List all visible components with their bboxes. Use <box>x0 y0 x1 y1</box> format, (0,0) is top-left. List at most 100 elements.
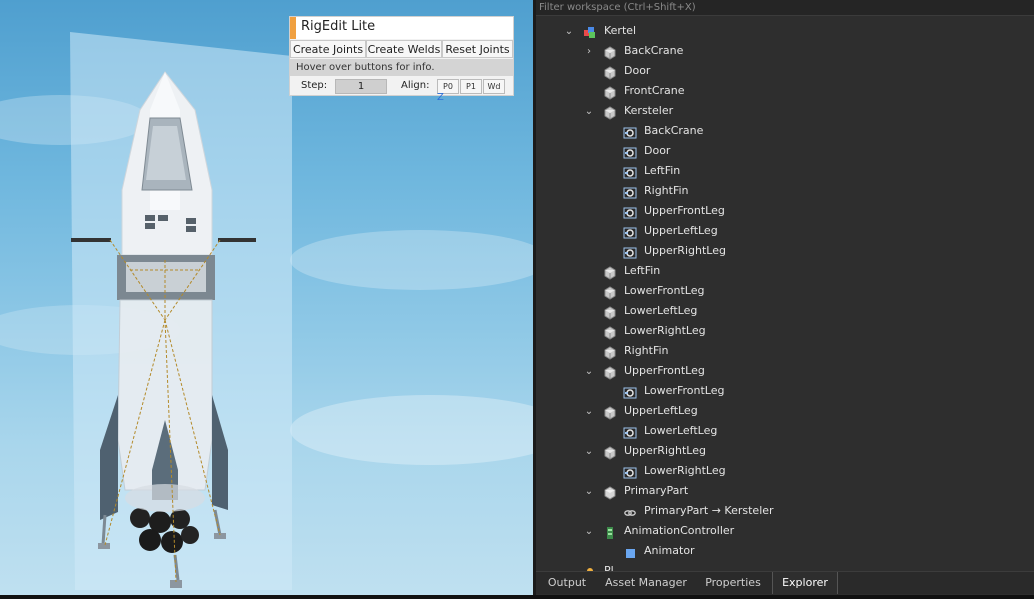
chevron-down-icon[interactable]: ⌄ <box>584 407 594 417</box>
rigedit-title-bar[interactable]: RigEdit Lite <box>290 17 513 39</box>
tree-item-label: Door <box>624 64 651 77</box>
tree-item-label: LeftFin <box>644 164 681 177</box>
explorer-tree-row[interactable]: LowerLeftLeg <box>536 422 1034 442</box>
explorer-tree-row[interactable]: ⌄ Kertel <box>536 22 1034 42</box>
motor6d-icon <box>623 125 637 139</box>
motor6d-icon <box>623 425 637 439</box>
explorer-tree-row[interactable]: BackCrane <box>536 122 1034 142</box>
tree-item-label: LowerFrontLeg <box>624 284 705 297</box>
filter-bar <box>536 0 1034 16</box>
animation-controller-icon <box>603 525 617 539</box>
tree-item-label: AnimationController <box>624 524 735 537</box>
rigedit-button-row: Create Joints Create Welds Reset Joints <box>290 40 513 58</box>
step-label: Step: <box>301 80 328 91</box>
tab-asset-manager[interactable]: Asset Manager <box>600 572 692 594</box>
chevron-down-icon[interactable]: ⌄ <box>584 527 594 537</box>
explorer-tree-row[interactable]: Door <box>536 62 1034 82</box>
explorer-tree-row[interactable]: ⌄ UpperFrontLeg <box>536 362 1034 382</box>
tab-properties[interactable]: Properties <box>694 572 772 594</box>
explorer-tree-row[interactable]: LowerFrontLeg <box>536 382 1034 402</box>
tree-item-label: UpperFrontLeg <box>644 204 725 217</box>
filter-workspace-input[interactable] <box>539 0 1019 14</box>
window-bottom-edge <box>0 595 1034 599</box>
rigedit-info-text: Hover over buttons for info. <box>290 59 513 76</box>
union-icon <box>603 105 617 120</box>
axis-z-label: Z <box>437 92 444 103</box>
union-icon <box>603 405 617 420</box>
explorer-tree-row[interactable]: FrontCrane <box>536 82 1034 102</box>
explorer-panel: ⌄ Kertel › BackCrane Door FrontCrane ⌄ Kerstele… <box>536 0 1034 595</box>
tree-item-label: UpperLeftLeg <box>644 224 718 237</box>
align-wd-button[interactable]: Wd <box>483 79 505 94</box>
union-icon <box>603 305 617 320</box>
chevron-down-icon[interactable]: ⌄ <box>584 447 594 457</box>
explorer-tree-row[interactable]: ⌄ PrimaryPart <box>536 482 1034 502</box>
chevron-right-icon[interactable]: › <box>584 47 594 57</box>
tree-item-label: Door <box>644 144 671 157</box>
tree-item-label: RightFin <box>624 344 669 357</box>
tab-explorer[interactable]: Explorer <box>772 572 838 594</box>
tree-item-label: LowerRightLeg <box>644 464 726 477</box>
chevron-down-icon[interactable]: ⌄ <box>584 487 594 497</box>
chevron-down-icon[interactable]: ⌄ <box>584 107 594 117</box>
tree-item-label: Kertel <box>604 24 637 37</box>
motor6d-icon <box>623 465 637 479</box>
tree-item-label: FrontCrane <box>624 84 685 97</box>
explorer-tree-row[interactable]: LeftFin <box>536 262 1034 282</box>
explorer-tree-row[interactable]: Door <box>536 142 1034 162</box>
create-welds-button[interactable]: Create Welds <box>366 40 442 58</box>
title-accent <box>290 17 296 39</box>
union-icon <box>603 325 617 340</box>
explorer-tree-row[interactable]: › BackCrane <box>536 42 1034 62</box>
explorer-tree-row[interactable]: LowerLeftLeg <box>536 302 1034 322</box>
union-icon <box>603 265 617 280</box>
tree-item-label: LowerLeftLeg <box>624 304 698 317</box>
reset-joints-button[interactable]: Reset Joints <box>442 40 513 58</box>
bottom-tab-bar: Output Asset Manager Properties Explorer <box>536 571 1034 594</box>
explorer-tree-row[interactable]: ⌄ AnimationController <box>536 522 1034 542</box>
union-icon <box>603 65 617 80</box>
rigedit-panel: RigEdit Lite Create Joints Create Welds … <box>290 17 513 95</box>
rigedit-title: RigEdit Lite <box>301 19 376 34</box>
tree-item-label: LowerFrontLeg <box>644 384 725 397</box>
explorer-tree-row[interactable]: RightFin <box>536 182 1034 202</box>
part-icon <box>603 485 617 500</box>
motor6d-icon <box>623 385 637 399</box>
explorer-tree-row[interactable]: LowerRightLeg <box>536 462 1034 482</box>
explorer-tree-row[interactable]: Animator <box>536 542 1034 562</box>
union-icon <box>603 85 617 100</box>
explorer-tree-row[interactable]: ⌄ UpperRightLeg <box>536 442 1034 462</box>
tree-item-label: BackCrane <box>644 124 704 137</box>
rigedit-options-row: Step: 1 Align: P0 P1 Wd <box>290 77 513 95</box>
explorer-tree-row[interactable]: UpperFrontLeg <box>536 202 1034 222</box>
model-icon <box>583 25 597 39</box>
motor6d-icon <box>623 205 637 219</box>
tree-item-label: LowerRightLeg <box>624 324 706 337</box>
animator-icon <box>623 545 637 559</box>
tree-item-label: LeftFin <box>624 264 661 277</box>
explorer-tree-row[interactable]: PrimaryPart → Kersteler <box>536 502 1034 522</box>
explorer-tree-row[interactable]: UpperLeftLeg <box>536 222 1034 242</box>
tree-item-label: UpperRightLeg <box>624 444 706 457</box>
explorer-tree-row[interactable]: LowerFrontLeg <box>536 282 1034 302</box>
chevron-down-icon[interactable]: ⌄ <box>584 367 594 377</box>
union-icon <box>603 285 617 300</box>
align-p1-button[interactable]: P1 <box>460 79 482 94</box>
chevron-down-icon[interactable]: ⌄ <box>564 27 574 37</box>
tab-output[interactable]: Output <box>536 572 598 594</box>
explorer-tree-row[interactable]: UpperRightLeg <box>536 242 1034 262</box>
motor6d-icon <box>623 225 637 239</box>
explorer-tree-row[interactable]: ⌄ UpperLeftLeg <box>536 402 1034 422</box>
explorer-tree-row[interactable]: RightFin <box>536 342 1034 362</box>
tree-item-label: UpperFrontLeg <box>624 364 705 377</box>
explorer-tree-row[interactable]: LowerRightLeg <box>536 322 1034 342</box>
create-joints-button[interactable]: Create Joints <box>290 40 366 58</box>
union-icon <box>603 445 617 460</box>
union-icon <box>603 45 617 60</box>
explorer-tree-row[interactable]: ⌄ Kersteler <box>536 102 1034 122</box>
step-input[interactable]: 1 <box>335 79 387 94</box>
explorer-tree-row[interactable]: LeftFin <box>536 162 1034 182</box>
tree-item-label: PrimaryPart → Kersteler <box>644 504 774 517</box>
tree-item-label: BackCrane <box>624 44 684 57</box>
object-value-icon <box>623 505 637 519</box>
